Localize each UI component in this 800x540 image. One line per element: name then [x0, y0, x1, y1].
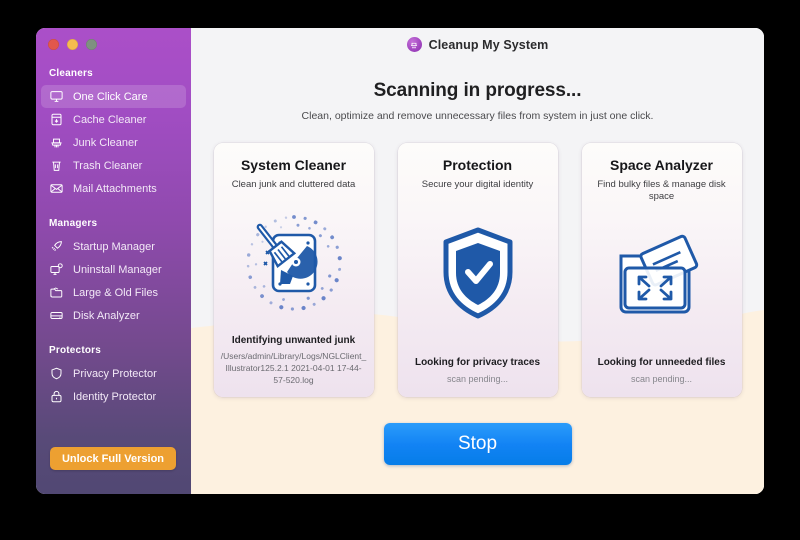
sidebar-item-startup-manager[interactable]: Startup Manager — [41, 235, 186, 258]
sidebar-item-trash-cleaner[interactable]: Trash Cleaner — [41, 154, 186, 177]
card-protection[interactable]: Protection Secure your digital identity … — [397, 143, 558, 397]
sidebar-item-cache-cleaner[interactable]: Cache Cleaner — [41, 108, 186, 131]
card-subtitle: Secure your digital identity — [421, 179, 534, 190]
minimize-button[interactable] — [67, 39, 78, 50]
card-space-analyzer[interactable]: Space Analyzer Find bulky files & manage… — [581, 143, 742, 397]
card-status: Looking for unneeded files — [597, 357, 726, 369]
sidebar-item-disk-analyzer[interactable]: Disk Analyzer — [41, 304, 186, 327]
sidebar-item-label: Mail Attachments — [73, 182, 157, 195]
scan-cards: System Cleaner Clean junk and cluttered … — [191, 143, 764, 397]
shield-icon — [49, 366, 64, 381]
monitor-icon — [49, 89, 64, 104]
sidebar-item-one-click-care[interactable]: One Click Care — [41, 85, 186, 108]
card-title: System Cleaner — [240, 157, 347, 173]
close-button[interactable] — [48, 39, 59, 50]
sidebar-item-large-and-old-files[interactable]: Large & Old Files — [41, 281, 186, 304]
cache-box-icon — [49, 112, 64, 127]
rocket-icon — [49, 239, 64, 254]
card-subtitle: Find bulky files & manage disk space — [597, 179, 726, 202]
traffic-lights — [36, 28, 191, 50]
page-subtitle: Clean, optimize and remove unnecessary f… — [301, 110, 654, 122]
card-artwork — [214, 191, 374, 335]
sidebar-item-label: Startup Manager — [73, 240, 155, 253]
app-title: Cleanup My System — [428, 37, 549, 52]
unlock-full-version-button[interactable]: Unlock Full Version — [50, 447, 176, 470]
app-window: Cleaners One Click Care Cache Cleaner Ju… — [36, 28, 764, 494]
sidebar-item-label: Cache Cleaner — [73, 113, 147, 126]
sidebar-item-uninstall-manager[interactable]: Uninstall Manager — [41, 258, 186, 281]
broom-icon — [49, 135, 64, 150]
sidebar-section-cleaners-heading: Cleaners — [49, 68, 93, 79]
sidebar-item-label: Trash Cleaner — [73, 159, 143, 172]
card-artwork — [398, 191, 558, 357]
sidebar-item-label: Disk Analyzer — [73, 309, 140, 322]
card-status: Looking for privacy traces — [414, 357, 541, 369]
card-detail: scan pending... — [446, 374, 509, 385]
shield-check-icon — [443, 227, 512, 319]
card-status: Identifying unwanted junk — [231, 334, 356, 346]
card-detail: scan pending... — [630, 374, 693, 385]
card-artwork — [582, 203, 742, 357]
page-title: Scanning in progress... — [373, 80, 582, 101]
sidebar-item-junk-cleaner[interactable]: Junk Cleaner — [41, 131, 186, 154]
sidebar-item-identity-protector[interactable]: Identity Protector — [41, 385, 186, 408]
disk-icon — [49, 308, 64, 323]
envelope-icon — [49, 181, 64, 196]
sidebar-item-label: Large & Old Files — [73, 286, 158, 299]
disk-broom-scanning-icon — [246, 214, 342, 311]
card-subtitle: Clean junk and cluttered data — [231, 179, 356, 190]
stop-button[interactable]: Stop — [383, 423, 572, 465]
card-system-cleaner[interactable]: System Cleaner Clean junk and cluttered … — [213, 143, 374, 397]
sidebar-item-label: Identity Protector — [73, 390, 157, 403]
sidebar: Cleaners One Click Care Cache Cleaner Ju… — [36, 28, 191, 494]
sidebar-item-label: Privacy Protector — [73, 367, 157, 380]
card-title: Space Analyzer — [610, 157, 713, 173]
sidebar-item-mail-attachments[interactable]: Mail Attachments — [41, 177, 186, 200]
main-content: Cleanup My System Scanning in progress..… — [191, 28, 764, 494]
sidebar-item-label: One Click Care — [73, 90, 148, 103]
card-detail: /Users/admin/Library/Logs/NGLClient_Illu… — [220, 350, 367, 385]
sidebar-item-label: Uninstall Manager — [73, 263, 162, 276]
folder-icon — [49, 285, 64, 300]
monitor-gear-icon — [49, 262, 64, 277]
sidebar-section-protectors-heading: Protectors — [49, 345, 102, 356]
app-titlebar: Cleanup My System — [191, 28, 764, 61]
sidebar-section-managers-heading: Managers — [49, 218, 98, 229]
zoom-button[interactable] — [86, 39, 97, 50]
card-title: Protection — [442, 157, 513, 173]
lock-icon — [49, 389, 64, 404]
cleanup-app-icon — [406, 37, 422, 52]
folder-expand-icon — [619, 234, 698, 314]
sidebar-item-privacy-protector[interactable]: Privacy Protector — [41, 362, 186, 385]
sidebar-item-label: Junk Cleaner — [73, 136, 138, 149]
trash-icon — [49, 158, 64, 173]
